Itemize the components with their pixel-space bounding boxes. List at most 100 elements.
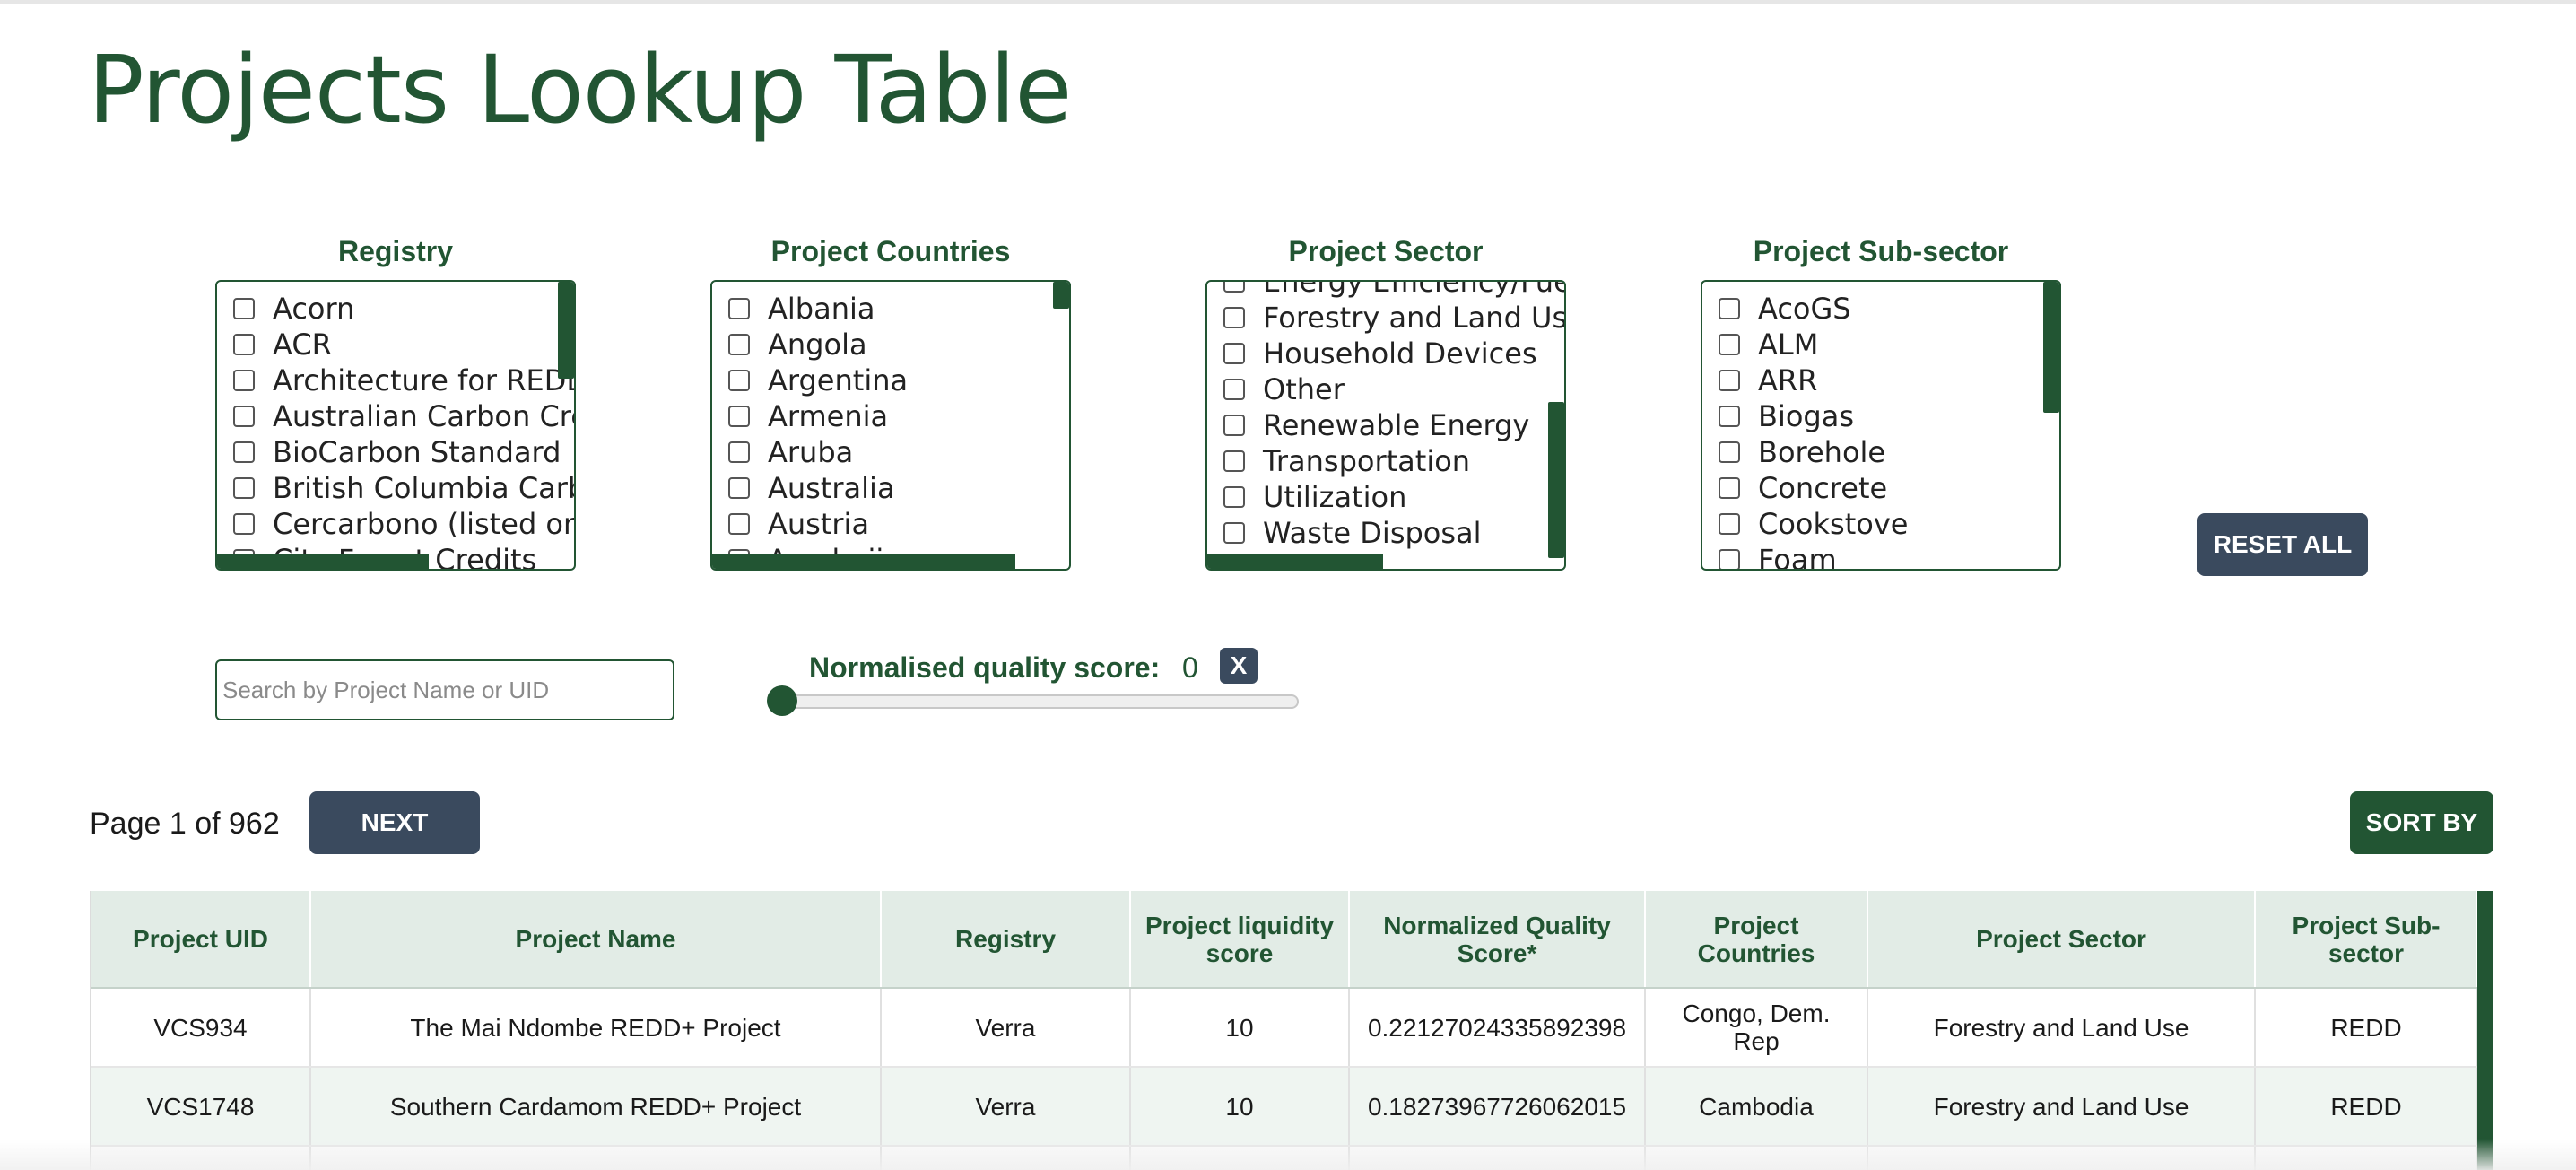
checkbox[interactable] <box>233 406 255 427</box>
filter-option[interactable]: Austria <box>712 506 1069 542</box>
cell-quality: 0.18273967726062015 <box>1349 1067 1646 1147</box>
checkbox[interactable] <box>1719 406 1740 427</box>
checkbox[interactable] <box>1223 415 1245 436</box>
filter-list-registry[interactable]: Acorn ACR Architecture for REDD+ Transac… <box>215 280 576 571</box>
filter-list-subsector[interactable]: AcoGS ALM ARR Biogas Borehole Concrete C… <box>1701 280 2061 571</box>
reset-all-button[interactable]: RESET ALL <box>2197 513 2368 576</box>
table-vertical-scrollbar[interactable] <box>2477 891 2493 1170</box>
filter-option[interactable]: Energy Efficiency/Fuel Switching <box>1207 282 1564 300</box>
quality-score-label: Normalised quality score: <box>809 651 1161 684</box>
checkbox[interactable] <box>1719 513 1740 535</box>
checkbox[interactable] <box>233 334 255 355</box>
column-header-subsector[interactable]: Project Sub-sector <box>2255 891 2478 989</box>
clear-score-button[interactable]: X <box>1220 648 1258 684</box>
checkbox[interactable] <box>233 477 255 499</box>
table-row[interactable]: VCS1748 Southern Cardamom REDD+ Project … <box>91 1067 2478 1147</box>
column-header-quality[interactable]: Normalized Quality Score* <box>1349 891 1646 989</box>
horizontal-scrollbar[interactable] <box>217 554 429 569</box>
checkbox[interactable] <box>1223 450 1245 472</box>
checkbox[interactable] <box>233 513 255 535</box>
quality-score-value: 0 <box>1182 651 1198 684</box>
projects-table: Project UID Project Name Registry Projec… <box>90 891 2493 1170</box>
filter-list-countries[interactable]: Albania Angola Argentina Armenia Aruba A… <box>710 280 1071 571</box>
vertical-scrollbar[interactable] <box>1548 402 1564 558</box>
filter-option[interactable]: ARR <box>1702 362 2059 398</box>
column-header-registry[interactable]: Registry <box>881 891 1131 989</box>
filter-option[interactable]: ALM <box>1702 327 2059 362</box>
filter-option[interactable]: AcoGS <box>1702 291 2059 327</box>
search-input[interactable] <box>215 659 674 720</box>
cell-name: The Mai Ndombe REDD+ Project <box>310 988 882 1068</box>
checkbox[interactable] <box>233 370 255 391</box>
checkbox[interactable] <box>1223 343 1245 364</box>
column-header-liquidity[interactable]: Project liquidity score <box>1130 891 1350 989</box>
filter-option[interactable]: Household Devices <box>1207 336 1564 371</box>
checkbox[interactable] <box>1719 441 1740 463</box>
filter-option[interactable]: Other <box>1207 371 1564 407</box>
filter-option[interactable]: Biogas <box>1702 398 2059 434</box>
filter-option[interactable]: Australian Carbon Credit Units <box>217 398 574 434</box>
filter-option[interactable]: BioCarbon Standard <box>217 434 574 470</box>
filter-option[interactable]: Armenia <box>712 398 1069 434</box>
filter-option[interactable]: Aruba <box>712 434 1069 470</box>
vertical-scrollbar[interactable] <box>558 282 574 379</box>
filter-option[interactable]: ACR <box>217 327 574 362</box>
sort-by-button[interactable]: SORT BY <box>2350 791 2493 854</box>
filter-sector: Project Sector Energy Efficiency/Fuel Sw… <box>1205 230 1566 571</box>
filter-countries: Project Countries Albania Angola Argenti… <box>710 230 1071 571</box>
filter-option[interactable]: Australia <box>712 470 1069 506</box>
checkbox[interactable] <box>1223 379 1245 400</box>
checkbox[interactable] <box>728 477 750 499</box>
filter-option[interactable]: British Columbia Carbon Registry <box>217 470 574 506</box>
checkbox[interactable] <box>1719 477 1740 499</box>
filter-option[interactable]: Borehole <box>1702 434 2059 470</box>
cell-sector: Forestry and Land Use <box>1867 988 2256 1068</box>
cell-liquidity: 10 <box>1130 988 1350 1068</box>
filter-option[interactable]: Cercarbono (listed on EcoRegistry) <box>217 506 574 542</box>
filter-option[interactable]: Transportation <box>1207 443 1564 479</box>
checkbox[interactable] <box>1719 298 1740 319</box>
checkbox[interactable] <box>233 441 255 463</box>
checkbox[interactable] <box>1719 334 1740 355</box>
column-header-sector[interactable]: Project Sector <box>1867 891 2256 989</box>
filter-option[interactable]: Angola <box>712 327 1069 362</box>
checkbox[interactable] <box>728 298 750 319</box>
checkbox[interactable] <box>1719 370 1740 391</box>
slider-thumb[interactable] <box>767 685 797 716</box>
checkbox[interactable] <box>233 298 255 319</box>
checkbox[interactable] <box>1223 307 1245 328</box>
next-page-button[interactable]: NEXT <box>309 791 480 854</box>
column-header-name[interactable]: Project Name <box>310 891 882 989</box>
filter-option[interactable]: Foam <box>1702 542 2059 569</box>
filter-option[interactable]: Concrete <box>1702 470 2059 506</box>
checkbox[interactable] <box>1223 486 1245 508</box>
checkbox[interactable] <box>728 441 750 463</box>
quality-score-slider[interactable] <box>770 694 1299 709</box>
table-row[interactable]: VCS934 The Mai Ndombe REDD+ Project Verr… <box>91 988 2478 1068</box>
column-header-uid[interactable]: Project UID <box>91 891 311 989</box>
cell-registry: Verra <box>881 1067 1131 1147</box>
filter-option[interactable]: Albania <box>712 291 1069 327</box>
checkbox[interactable] <box>1223 282 1245 292</box>
checkbox[interactable] <box>728 334 750 355</box>
filter-option[interactable]: Utilization <box>1207 479 1564 515</box>
checkbox[interactable] <box>728 513 750 535</box>
filter-option[interactable]: Argentina <box>712 362 1069 398</box>
vertical-scrollbar[interactable] <box>1053 282 1069 309</box>
filter-list-sector[interactable]: Energy Efficiency/Fuel Switching Forestr… <box>1205 280 1566 571</box>
filter-option[interactable]: Waste Disposal <box>1207 515 1564 551</box>
column-header-countries[interactable]: Project Countries <box>1645 891 1868 989</box>
checkbox[interactable] <box>1223 522 1245 544</box>
filter-option[interactable]: Cookstove <box>1702 506 2059 542</box>
filter-option[interactable]: Renewable Energy <box>1207 407 1564 443</box>
filter-option[interactable]: Forestry and Land Use <box>1207 300 1564 336</box>
cell-quality: 0.22127024335892398 <box>1349 988 1646 1068</box>
filter-option[interactable]: Architecture for REDD+ Transactions <box>217 362 574 398</box>
horizontal-scrollbar[interactable] <box>712 554 1015 569</box>
horizontal-scrollbar[interactable] <box>1207 554 1383 569</box>
checkbox[interactable] <box>1719 549 1740 569</box>
vertical-scrollbar[interactable] <box>2043 282 2059 413</box>
checkbox[interactable] <box>728 370 750 391</box>
checkbox[interactable] <box>728 406 750 427</box>
filter-option[interactable]: Acorn <box>217 291 574 327</box>
